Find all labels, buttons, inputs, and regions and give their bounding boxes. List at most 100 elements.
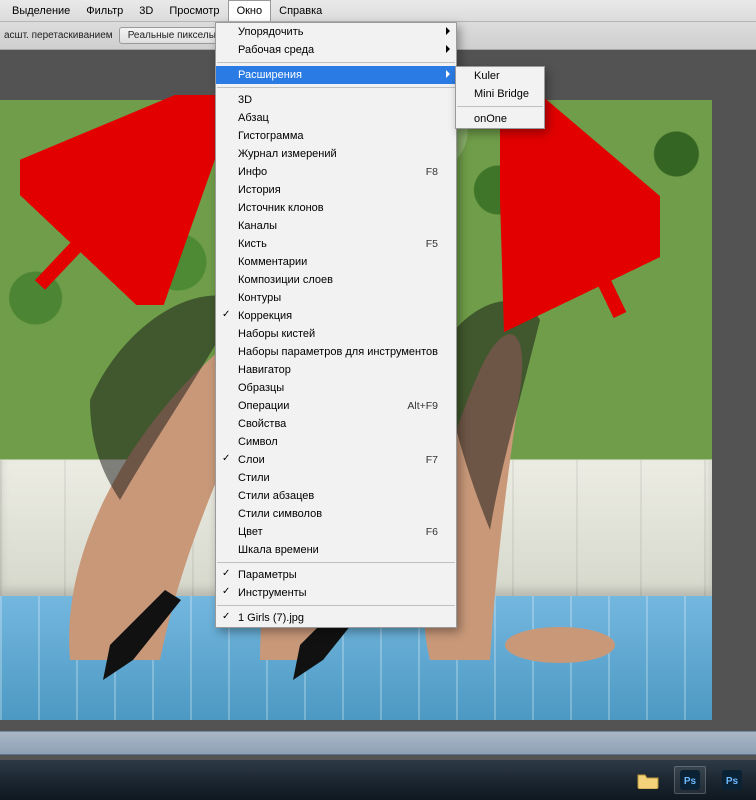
menu-item-shortcut: F6	[426, 526, 438, 538]
menu-item-label: Стили символов	[238, 508, 438, 520]
menu-item[interactable]: Стили	[216, 469, 456, 487]
menu-item[interactable]: Инфо F8	[216, 163, 456, 181]
menu-item[interactable]: Стили символов	[216, 505, 456, 523]
menu-item[interactable]: Шкала времени	[216, 541, 456, 559]
menu-item-label: 1 Girls (7).jpg	[238, 612, 438, 624]
menu-help[interactable]: Справка	[271, 0, 330, 21]
check-icon: ✓	[222, 454, 230, 464]
menu-item-label: Наборы параметров для инструментов	[238, 346, 438, 358]
submenu-arrow-icon	[446, 27, 450, 35]
menu-item-shortcut: Alt+F9	[407, 400, 438, 412]
menu-separator	[217, 62, 455, 63]
submenu-arrow-icon	[446, 45, 450, 53]
taskbar-folder-icon[interactable]	[632, 766, 664, 794]
menu-item-label: Инфо	[238, 166, 418, 178]
menu-item[interactable]: Журнал измерений	[216, 145, 456, 163]
menu-separator	[217, 562, 455, 563]
lower-band	[0, 731, 756, 755]
menu-item-label: Инструменты	[238, 587, 438, 599]
menu-item-label: Шкала времени	[238, 544, 438, 556]
menu-item[interactable]: ✓ Параметры	[216, 566, 456, 584]
check-icon: ✓	[222, 612, 230, 622]
menu-item-label: Коррекция	[238, 310, 438, 322]
menu-item-label: Комментарии	[238, 256, 438, 268]
menu-item-label: Кисть	[238, 238, 418, 250]
taskbar-ps-icon[interactable]: Ps	[716, 766, 748, 794]
extensions-submenu: Kuler Mini Bridge onOne	[455, 66, 545, 129]
check-icon: ✓	[222, 569, 230, 579]
menu-window[interactable]: Окно	[228, 0, 272, 21]
menu-item[interactable]: ✓ Слои F7	[216, 451, 456, 469]
menu-separator	[217, 605, 455, 606]
menu-view[interactable]: Просмотр	[161, 0, 227, 21]
svg-text:Ps: Ps	[684, 776, 697, 787]
menu-workspace[interactable]: Рабочая среда	[216, 41, 456, 59]
menu-item-label: Гистограмма	[238, 130, 438, 142]
taskbar-ps-icon[interactable]: Ps	[674, 766, 706, 794]
menu-item-label: Навигатор	[238, 364, 438, 376]
menu-item-shortcut: F5	[426, 238, 438, 250]
menu-item-label: Цвет	[238, 526, 418, 538]
window-dropdown: Упорядочить Рабочая среда Расширения 3D А…	[215, 22, 457, 628]
menu-item-label: 3D	[238, 94, 438, 106]
menu-item[interactable]: ✓ Инструменты	[216, 584, 456, 602]
menu-arrange[interactable]: Упорядочить	[216, 23, 456, 41]
menu-item-label: Стили	[238, 472, 438, 484]
submenu-onone[interactable]: onOne	[456, 110, 544, 128]
menu-item[interactable]: Свойства	[216, 415, 456, 433]
menu-item[interactable]: Цвет F6	[216, 523, 456, 541]
menu-item-label: Композиции слоев	[238, 274, 438, 286]
menu-item[interactable]: Наборы кистей	[216, 325, 456, 343]
menu-item-label: Символ	[238, 436, 438, 448]
menu-item-label: Журнал измерений	[238, 148, 438, 160]
menu-3d[interactable]: 3D	[131, 0, 161, 21]
menu-item-label: История	[238, 184, 438, 196]
menu-item[interactable]: Кисть F5	[216, 235, 456, 253]
menu-filter[interactable]: Фильтр	[78, 0, 131, 21]
submenu-kuler[interactable]: Kuler	[456, 67, 544, 85]
options-real-pixels-button[interactable]: Реальные пикселы	[119, 27, 225, 44]
menu-separator	[457, 106, 543, 107]
menu-item-label: Параметры	[238, 569, 438, 581]
menu-item[interactable]: Композиции слоев	[216, 271, 456, 289]
menu-item[interactable]: Стили абзацев	[216, 487, 456, 505]
menu-extensions[interactable]: Расширения	[216, 66, 456, 84]
menu-item-label: Образцы	[238, 382, 438, 394]
menu-item-label: Свойства	[238, 418, 438, 430]
menu-item[interactable]: Источник клонов	[216, 199, 456, 217]
menu-item[interactable]: Образцы	[216, 379, 456, 397]
menu-item[interactable]: Операции Alt+F9	[216, 397, 456, 415]
menu-item-label: Операции	[238, 400, 399, 412]
menu-item-label: Стили абзацев	[238, 490, 438, 502]
menu-selection[interactable]: Выделение	[4, 0, 78, 21]
menubar: Выделение Фильтр 3D Просмотр Окно Справк…	[0, 0, 756, 22]
menu-separator	[217, 87, 455, 88]
options-drag-label: асшт. перетаскиванием	[4, 30, 113, 41]
menu-item-shortcut: F7	[426, 454, 438, 466]
menu-item[interactable]: Гистограмма	[216, 127, 456, 145]
check-icon: ✓	[222, 587, 230, 597]
check-icon: ✓	[222, 310, 230, 320]
taskbar: Ps Ps	[0, 760, 756, 800]
menu-item-label: Наборы кистей	[238, 328, 438, 340]
menu-item-label: Источник клонов	[238, 202, 438, 214]
menu-item-label: Слои	[238, 454, 418, 466]
svg-text:Ps: Ps	[726, 776, 739, 787]
submenu-mini-bridge[interactable]: Mini Bridge	[456, 85, 544, 103]
menu-item[interactable]: Символ	[216, 433, 456, 451]
menu-item[interactable]: 3D	[216, 91, 456, 109]
menu-item[interactable]: Наборы параметров для инструментов	[216, 343, 456, 361]
menu-item[interactable]: Каналы	[216, 217, 456, 235]
menu-item[interactable]: История	[216, 181, 456, 199]
menu-item-label: Абзац	[238, 112, 438, 124]
menu-item[interactable]: Контуры	[216, 289, 456, 307]
menu-item[interactable]: ✓ Коррекция	[216, 307, 456, 325]
menu-item-shortcut: F8	[426, 166, 438, 178]
menu-item-label: Каналы	[238, 220, 438, 232]
submenu-arrow-icon	[446, 70, 450, 78]
menu-item[interactable]: Комментарии	[216, 253, 456, 271]
menu-item[interactable]: ✓ 1 Girls (7).jpg	[216, 609, 456, 627]
menu-item[interactable]: Навигатор	[216, 361, 456, 379]
menu-item-label: Контуры	[238, 292, 438, 304]
menu-item[interactable]: Абзац	[216, 109, 456, 127]
